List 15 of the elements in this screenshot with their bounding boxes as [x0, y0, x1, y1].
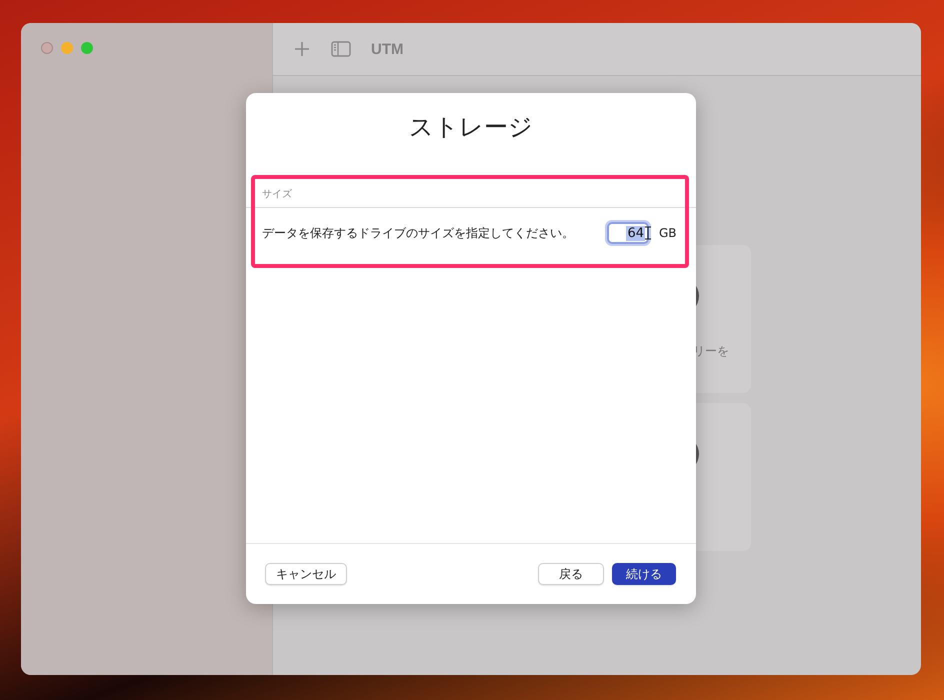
card-text: リーを [693, 343, 729, 360]
dialog-button[interactable]: 続ける [612, 563, 676, 585]
dialog-title: ストレージ [408, 112, 534, 143]
close-button[interactable] [41, 42, 53, 54]
zoom-button[interactable] [81, 42, 93, 54]
size-description: データを保存するドライブのサイズを指定してください。 [262, 224, 575, 242]
text-cursor-icon [645, 226, 651, 240]
window-title: UTM [371, 40, 404, 58]
unit-label: GB [659, 226, 677, 240]
minimize-button[interactable] [61, 42, 73, 54]
dialog-button[interactable]: キャンセル [265, 563, 347, 585]
plus-icon[interactable] [293, 40, 311, 58]
dialog-button[interactable]: 戻る [538, 563, 604, 585]
sidebar-toggle-icon[interactable] [331, 41, 351, 57]
size-field[interactable]: 64 [607, 222, 649, 244]
